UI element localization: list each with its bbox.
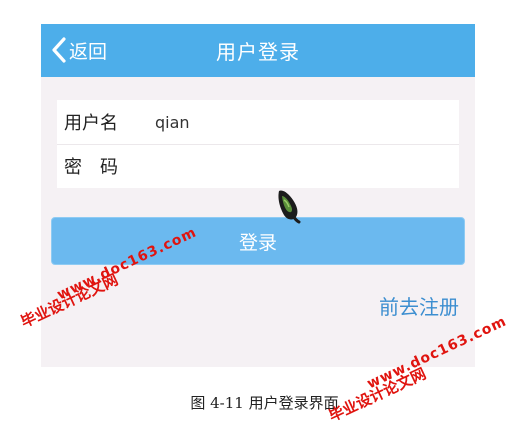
login-button[interactable]: 登录 [51, 217, 465, 265]
register-link[interactable]: 前去注册 [379, 291, 459, 320]
page: 返回 用户登录 用户名 密码 登录 前去注册 图 4-11 用户登录界面 毕业设… [0, 0, 529, 427]
figure-caption: 图 4-11 用户登录界面 [190, 394, 339, 412]
username-input[interactable] [155, 107, 445, 137]
password-row: 密码 [57, 144, 459, 188]
cursor-icon [278, 190, 301, 224]
username-label: 用户名 [64, 113, 118, 134]
title-bar: 返回 用户登录 [41, 24, 475, 77]
username-row: 用户名 [57, 100, 459, 145]
password-label: 密码 [64, 157, 136, 178]
phone-screen: 返回 用户登录 用户名 密码 登录 前去注册 [41, 24, 475, 367]
login-form: 用户名 密码 [57, 100, 459, 188]
page-title: 用户登录 [216, 40, 300, 64]
password-input[interactable] [155, 151, 445, 181]
